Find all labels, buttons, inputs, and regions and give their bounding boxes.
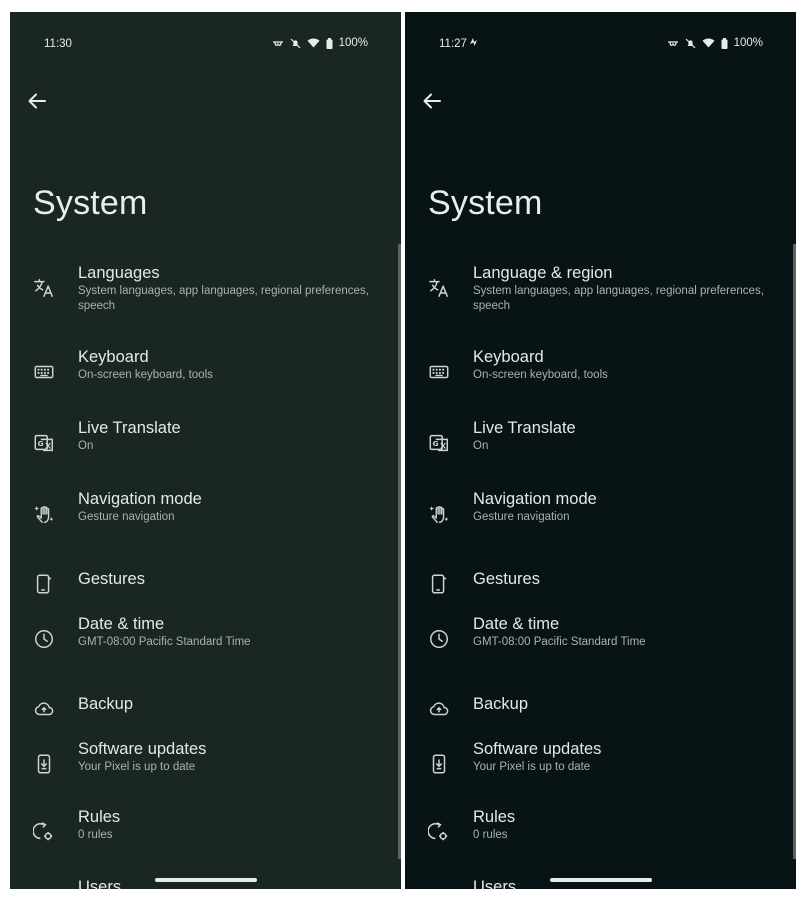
page-title: System [428,184,543,222]
item-label: Software updates [78,740,207,758]
settings-item-date-time[interactable]: Date & time GMT-08:00 Pacific Standard T… [405,614,796,674]
wifi-icon [307,38,320,48]
page-title: System [33,184,148,222]
item-summary: Gesture navigation [473,511,570,523]
gesture-nav-handle[interactable] [549,878,652,882]
item-label: Rules [78,808,121,826]
item-summary: On [78,440,94,452]
status-time: 11:30 [44,38,72,50]
item-label: Live Translate [78,419,181,437]
live-translate-icon: G [34,434,53,452]
item-summary: On-screen keyboard, tools [78,369,213,381]
item-label: Backup [78,695,134,713]
system-update-icon [37,754,51,774]
battery-icon [721,37,728,49]
status-icons: 100% [667,37,763,49]
settings-item-date-time[interactable]: Date & time GMT-08:00 Pacific Standard T… [10,614,401,674]
item-summary: On [473,440,489,452]
keyboard-icon [34,365,54,379]
item-label: Backup [473,695,529,713]
item-summary: System languages, app languages, regiona… [473,285,764,312]
clock-icon [430,630,448,648]
translate-icon [429,279,448,297]
battery-icon [326,37,333,49]
item-label: Navigation mode [473,490,597,508]
item-label: Date & time [78,615,165,633]
settings-item-gestures[interactable]: Gestures [10,559,401,619]
settings-item-keyboard[interactable]: Keyboard On-screen keyboard, tools [10,347,401,407]
scrollbar[interactable] [793,244,796,859]
item-summary: System languages, app languages, regiona… [78,285,369,312]
phone-gesture-icon [431,574,447,594]
item-label: Language & region [473,264,613,282]
keyboard-icon [429,365,449,379]
rules-icon [33,822,53,841]
settings-item-rules[interactable]: Rules 0 rules [10,807,401,867]
gesture-nav-handle[interactable] [154,878,257,882]
system-update-icon [432,754,446,774]
item-summary: 0 rules [473,829,508,841]
item-summary: On-screen keyboard, tools [473,369,608,381]
settings-item-backup[interactable]: Backup [405,684,796,744]
cloud-upload-icon [34,702,54,716]
item-label: Languages [78,264,160,282]
settings-item-rules[interactable]: Rules 0 rules [405,807,796,867]
phone-gesture-icon [36,574,52,594]
item-label: Software updates [473,740,602,758]
item-summary: 0 rules [78,829,113,841]
status-bar: 11:30 100% [10,12,401,50]
item-label: Keyboard [78,348,149,366]
settings-item-software-updates[interactable]: Software updates Your Pixel is up to dat… [10,739,401,799]
cloud-upload-icon [429,702,449,716]
notifications-off-icon [685,38,696,48]
notifications-off-icon [290,38,301,48]
item-label: Live Translate [473,419,576,437]
settings-item-software-updates[interactable]: Software updates Your Pixel is up to dat… [405,739,796,799]
item-label: Gestures [473,570,540,588]
phone-screen-left: 11:30 100% System Languages System langu… [10,12,401,889]
back-arrow-icon[interactable] [422,91,442,111]
settings-item-gestures[interactable]: Gestures [405,559,796,619]
svg-text:G: G [433,439,439,448]
settings-item-keyboard[interactable]: Keyboard On-screen keyboard, tools [405,347,796,407]
translate-icon [34,279,53,297]
settings-item-languages[interactable]: Languages System languages, app language… [10,263,401,323]
item-label: Navigation mode [78,490,202,508]
item-summary: Your Pixel is up to date [473,761,591,773]
item-label: Rules [473,808,516,826]
gesture-hand-icon [429,506,449,523]
settings-item-navigation-mode[interactable]: Navigation mode Gesture navigation [405,489,796,549]
settings-item-navigation-mode[interactable]: Navigation mode Gesture navigation [10,489,401,549]
item-label: Keyboard [473,348,544,366]
data-saver-icon [272,40,283,46]
item-summary: GMT-08:00 Pacific Standard Time [473,636,646,648]
item-label: Gestures [78,570,145,588]
back-arrow-icon[interactable] [27,91,47,111]
gesture-hand-icon [34,506,54,523]
item-summary: Gesture navigation [78,511,175,523]
status-icons: 100% [272,37,368,49]
wifi-icon [702,38,715,48]
scrollbar[interactable] [398,244,401,859]
status-time: 11:27 [439,38,467,50]
item-label: Date & time [473,615,560,633]
phone-screen-right: 11:27 100% System Language & region Syst… [405,12,796,889]
data-saver-icon [667,40,678,46]
svg-text:G: G [38,439,44,448]
settings-item-live-translate[interactable]: G Live Translate On [405,418,796,478]
item-summary: GMT-08:00 Pacific Standard Time [78,636,251,648]
notification-icon [470,38,477,46]
battery-percentage: 100% [338,37,368,49]
item-summary: Your Pixel is up to date [78,761,196,773]
status-bar: 11:27 100% [405,12,796,50]
settings-item-language-region[interactable]: Language & region System languages, app … [405,263,796,323]
clock-icon [35,630,53,648]
settings-item-backup[interactable]: Backup [10,684,401,744]
live-translate-icon: G [429,434,448,452]
settings-item-live-translate[interactable]: G Live Translate On [10,418,401,478]
battery-percentage: 100% [733,37,763,49]
rules-icon [428,822,448,841]
